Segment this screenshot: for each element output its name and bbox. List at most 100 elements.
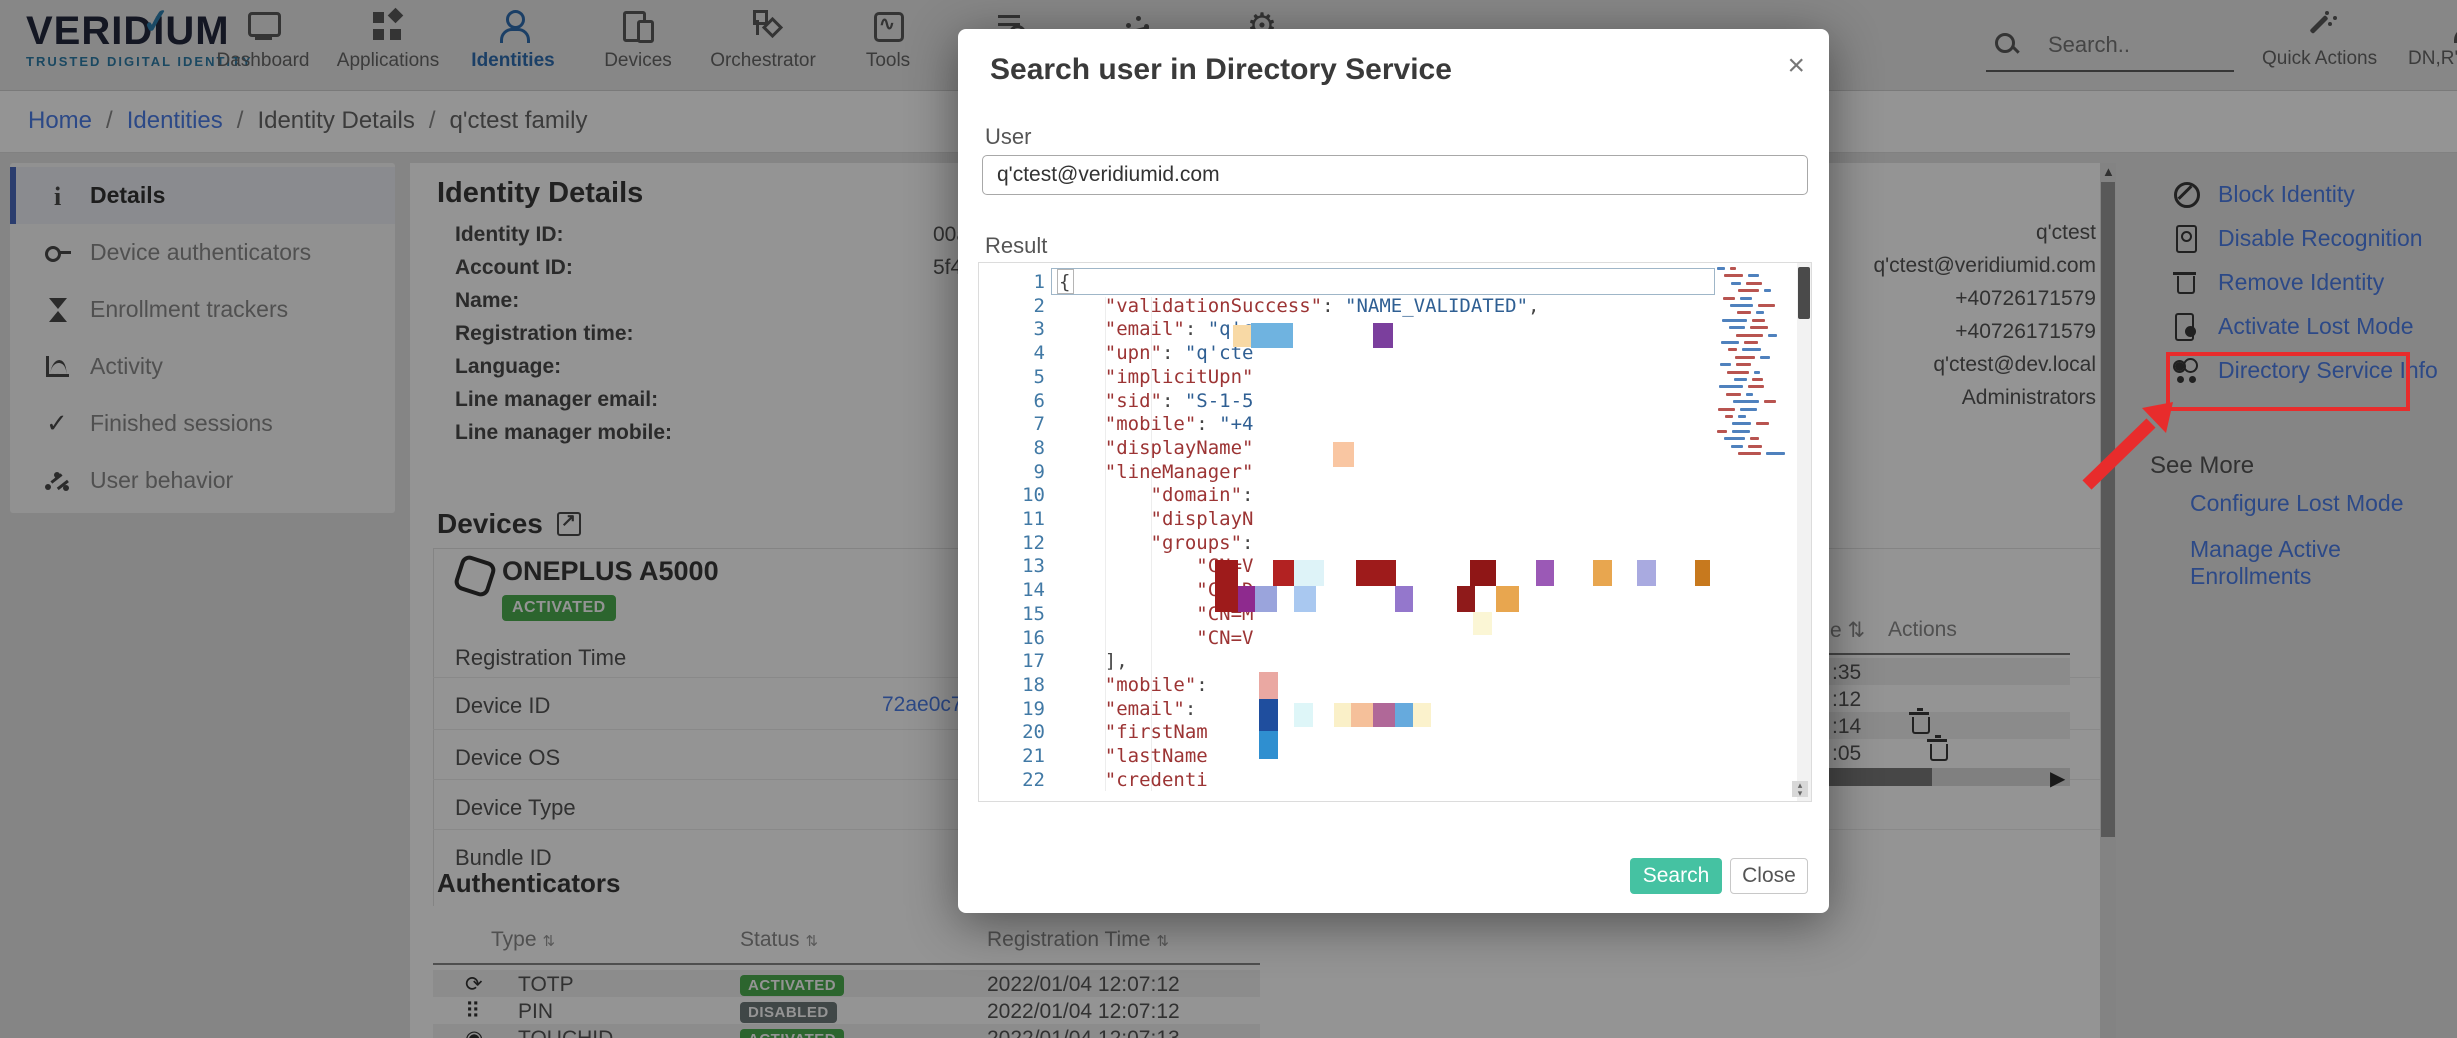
line-number: 6: [987, 390, 1045, 412]
redaction-block: [1395, 586, 1413, 612]
redaction-block: [1259, 672, 1278, 699]
minimap-mark: [1736, 363, 1751, 366]
veridium-admin-page: VERIDIUM ✓ TRUSTED DIGITAL IDENTITY Dash…: [0, 0, 2457, 1038]
minimap-mark: [1750, 437, 1759, 440]
minimap-mark: [1738, 452, 1761, 455]
line-number: 5: [987, 366, 1045, 388]
line-number: 9: [987, 461, 1045, 483]
minimap-mark: [1724, 274, 1743, 277]
close-icon[interactable]: ×: [1787, 51, 1805, 81]
redaction-block: [1259, 731, 1278, 759]
line-number: 20: [987, 721, 1045, 743]
minimap-mark: [1748, 274, 1759, 277]
minimap-mark: [1752, 319, 1765, 322]
line-number: 14: [987, 579, 1045, 601]
json-result-editor[interactable]: ▴▾ 1{2 "validationSuccess": "NAME_VALIDA…: [978, 262, 1812, 802]
line-number: 2: [987, 295, 1045, 317]
line-number: 19: [987, 698, 1045, 720]
redaction-block: [1593, 560, 1612, 586]
minimap-mark: [1738, 415, 1746, 418]
line-number: 18: [987, 674, 1045, 696]
search-button[interactable]: Search: [1630, 858, 1722, 894]
minimap-mark: [1731, 282, 1741, 285]
code-line: "groups":: [1059, 532, 1253, 554]
redaction-block: [1457, 586, 1475, 612]
redaction-block: [1496, 586, 1519, 612]
minimap-mark: [1760, 356, 1770, 359]
code-line: "firstNam: [1059, 721, 1208, 743]
minimap-mark: [1744, 341, 1758, 344]
line-number: 16: [987, 627, 1045, 649]
minimap-mark: [1742, 348, 1761, 351]
minimap-mark: [1768, 334, 1777, 337]
minimap-mark: [1722, 319, 1747, 322]
redaction-block: [1238, 586, 1255, 612]
annotation-highlight-box: [2166, 352, 2410, 411]
minimap-mark: [1766, 452, 1785, 455]
redaction-block: [1351, 703, 1373, 727]
line-number: 3: [987, 318, 1045, 340]
line-number: 12: [987, 532, 1045, 554]
minimap-mark: [1733, 400, 1759, 403]
minimap-mark: [1728, 348, 1737, 351]
redaction-block: [1255, 586, 1277, 612]
directory-search-modal: Search user in Directory Service × User …: [958, 29, 1829, 913]
redaction-block: [1294, 586, 1316, 612]
line-number: 15: [987, 603, 1045, 625]
editor-scroll-corner[interactable]: ▴▾: [1792, 781, 1808, 797]
minimap-mark: [1764, 400, 1776, 403]
minimap-mark: [1752, 378, 1763, 381]
code-line: "lineManager": [1059, 461, 1253, 483]
minimap-mark: [1730, 267, 1736, 270]
minimap-mark: [1730, 304, 1753, 307]
code-line: "upn": "q'cte: [1059, 342, 1254, 364]
redaction-block: [1473, 612, 1492, 635]
close-button[interactable]: Close: [1730, 858, 1808, 894]
annotation-arrow: [2055, 395, 2185, 495]
redaction-block: [1395, 703, 1413, 727]
minimap-mark: [1723, 297, 1735, 300]
code-line: {: [1059, 271, 1070, 293]
code-line: "CN=V: [1059, 627, 1253, 649]
minimap-mark: [1729, 326, 1745, 329]
minimap-mark: [1737, 311, 1751, 314]
redaction-block: [1356, 560, 1396, 586]
editor-minimap: [1717, 267, 1791, 463]
minimap-mark: [1748, 385, 1764, 388]
minimap-mark: [1717, 430, 1727, 433]
minimap-mark: [1756, 422, 1769, 425]
code-line: "sid": "S-1-5: [1059, 390, 1254, 412]
user-search-input[interactable]: [982, 155, 1808, 195]
editor-scrollbar-thumb[interactable]: [1798, 267, 1810, 319]
minimap-mark: [1726, 393, 1741, 396]
minimap-mark: [1721, 341, 1739, 344]
editor-scrollbar[interactable]: [1797, 263, 1811, 801]
code-line: "mobile":: [1059, 674, 1208, 696]
redaction-block: [1233, 325, 1251, 347]
redaction-block: [1215, 560, 1238, 612]
code-line: "domain":: [1059, 484, 1253, 506]
redaction-block: [1333, 442, 1354, 467]
minimap-mark: [1750, 326, 1768, 329]
line-number: 13: [987, 555, 1045, 577]
minimap-mark: [1736, 334, 1763, 337]
redaction-block: [1334, 703, 1351, 727]
minimap-mark: [1732, 422, 1751, 425]
redaction-block: [1695, 560, 1710, 586]
minimap-mark: [1719, 385, 1743, 388]
minimap-mark: [1717, 267, 1725, 270]
active-line-highlight: [1051, 268, 1715, 295]
minimap-mark: [1731, 445, 1743, 448]
code-line: "credenti: [1059, 769, 1208, 791]
minimap-mark: [1738, 289, 1759, 292]
code-line: "validationSuccess": "NAME_VALIDATED",: [1059, 295, 1539, 317]
minimap-mark: [1720, 363, 1731, 366]
line-number: 22: [987, 769, 1045, 791]
minimap-mark: [1724, 437, 1745, 440]
minimap-mark: [1734, 378, 1747, 381]
code-line: ],: [1059, 650, 1128, 672]
redaction-block: [1637, 560, 1656, 586]
redaction-block: [1470, 560, 1496, 586]
minimap-mark: [1746, 393, 1753, 396]
code-line: "implicitUpn": [1059, 366, 1253, 388]
